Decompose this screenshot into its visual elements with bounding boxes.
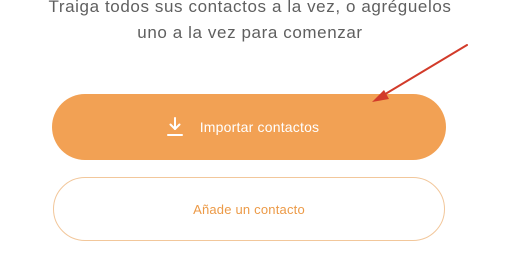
import-contacts-label: Importar contactos — [199, 119, 320, 135]
add-contact-button[interactable]: Añade un contacto — [53, 177, 445, 241]
onboarding-contacts-screen: Traiga todos sus contactos a la vez, o a… — [0, 0, 508, 256]
intro-line-1: Traiga todos sus contactos a la vez, o a… — [48, 0, 452, 16]
import-contacts-button[interactable]: Importar contactos — [52, 94, 446, 160]
intro-line-2: uno a la vez para comenzar — [137, 23, 363, 42]
add-contact-label: Añade un contacto — [193, 201, 305, 217]
download-icon — [166, 117, 183, 137]
